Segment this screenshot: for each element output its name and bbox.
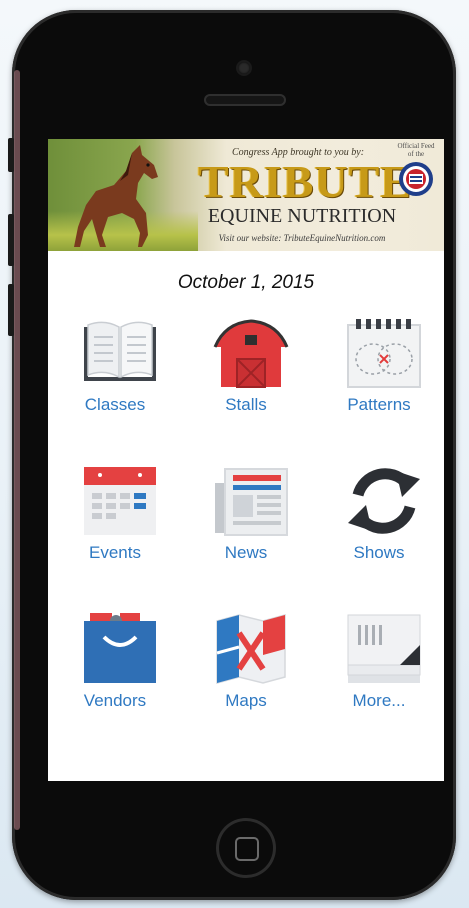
banner-website: Visit our website: TributeEquineNutritio… <box>218 233 386 243</box>
front-camera <box>238 62 250 74</box>
open-book-icon <box>84 321 156 381</box>
app-screen: Congress App brought to you by: TRIBUTE … <box>48 139 444 781</box>
home-button[interactable] <box>216 818 276 878</box>
shopping-bag-icon <box>84 613 156 683</box>
stacked-pages-icon <box>347 614 421 683</box>
folded-map-icon <box>216 614 286 684</box>
earpiece-speaker <box>204 94 286 106</box>
sync-arrows-icon <box>348 468 420 534</box>
menu-label-stalls: Stalls <box>225 395 267 414</box>
menu-item-shows[interactable]: Shows <box>324 465 434 575</box>
aqha-seal-icon <box>399 162 433 196</box>
volume-down-button <box>8 284 14 336</box>
menu-label-more: More... <box>352 691 406 710</box>
menu-label-shows: Shows <box>353 543 405 562</box>
menu-item-classes[interactable]: Classes <box>60 317 170 427</box>
home-square-icon <box>235 837 259 861</box>
calendar-icon <box>84 467 156 535</box>
menu-item-patterns[interactable]: Patterns <box>324 317 434 427</box>
menu-label-news: News <box>224 543 268 562</box>
menu-item-vendors[interactable]: Vendors <box>60 613 170 723</box>
newspaper-icon <box>215 468 288 536</box>
menu-item-stalls[interactable]: Stalls <box>191 317 301 427</box>
menu-item-news[interactable]: News <box>191 465 301 575</box>
brand-name: TRIBUTE <box>198 156 413 207</box>
barn-icon <box>213 319 289 388</box>
menu-label-maps: Maps <box>225 691 267 710</box>
menu-item-maps[interactable]: Maps <box>191 613 301 723</box>
mute-switch <box>8 138 14 172</box>
horse-image <box>74 145 158 247</box>
volume-up-button <box>8 214 14 266</box>
seal-label: Official Feed of the <box>397 142 435 158</box>
menu-label-classes: Classes <box>84 395 146 414</box>
phone-edge <box>14 70 20 830</box>
menu-item-more[interactable]: More... <box>324 613 434 723</box>
menu-label-events: Events <box>89 543 141 562</box>
menu-item-events[interactable]: Events <box>60 465 170 575</box>
sponsor-banner[interactable]: Congress App brought to you by: TRIBUTE … <box>48 139 444 251</box>
current-date: October 1, 2015 <box>177 272 315 293</box>
pattern-notepad-icon <box>347 319 421 388</box>
menu-label-patterns: Patterns <box>347 395 411 414</box>
brand-subtitle: EQUINE NUTRITION <box>207 205 397 227</box>
menu-label-vendors: Vendors <box>83 691 147 710</box>
banner-text: Congress App brought to you by: TRIBUTE … <box>198 139 438 251</box>
